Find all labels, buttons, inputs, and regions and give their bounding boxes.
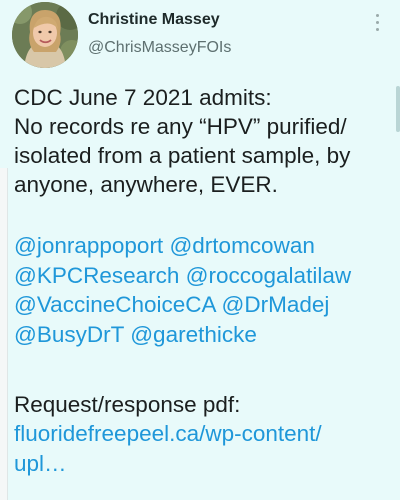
pdf-link-line[interactable]: upl…	[14, 449, 392, 479]
tweet-header: Christine Massey @ChrisMasseyFOIs	[88, 9, 231, 59]
author-name[interactable]: Christine Massey	[88, 9, 231, 31]
tweet-card: Christine Massey @ChrisMasseyFOIs CDC Ju…	[0, 0, 400, 500]
mentions-block: @jonrappoport @drtomcowan @KPCResearch @…	[14, 231, 394, 349]
mention-link-garethicke[interactable]: @garethicke	[130, 322, 257, 347]
mention-link-drtomcowan[interactable]: @drtomcowan	[169, 233, 314, 258]
mention-link-drmadej[interactable]: @DrMadej	[222, 292, 330, 317]
tweet-text-line: CDC June 7 2021 admits:	[14, 85, 272, 110]
mention-link-busydrt[interactable]: @BusyDrT	[14, 322, 124, 347]
mention-link-kpcresearch[interactable]: @KPCResearch	[14, 263, 179, 288]
pdf-link-line[interactable]: fluoridefreepeel.ca/wp-content/	[14, 419, 392, 449]
avatar[interactable]	[12, 2, 78, 68]
author-handle[interactable]: @ChrisMasseyFOIs	[88, 37, 231, 59]
scrollbar[interactable]	[396, 86, 400, 132]
request-label: Request/response pdf:	[14, 392, 241, 417]
more-vertical-icon[interactable]	[372, 14, 382, 38]
mention-link-roccogalatilaw[interactable]: @roccogalatilaw	[186, 263, 351, 288]
tweet-text-line: No records re any “HPV” purified/	[14, 114, 347, 139]
tweet-text-line: anyone, anywhere, EVER.	[14, 172, 278, 197]
profile-photo-icon	[12, 2, 78, 68]
tweet-text-line: isolated from a patient sample, by	[14, 143, 351, 168]
left-panel-edge	[0, 168, 8, 500]
mention-link-jonrappoport[interactable]: @jonrappoport	[14, 233, 163, 258]
mention-link-vaccinechoiceca[interactable]: @VaccineChoiceCA	[14, 292, 215, 317]
pdf-link[interactable]: fluoridefreepeel.ca/wp-content/ upl…	[14, 419, 392, 478]
tweet-text: CDC June 7 2021 admits: No records re an…	[14, 83, 392, 199]
